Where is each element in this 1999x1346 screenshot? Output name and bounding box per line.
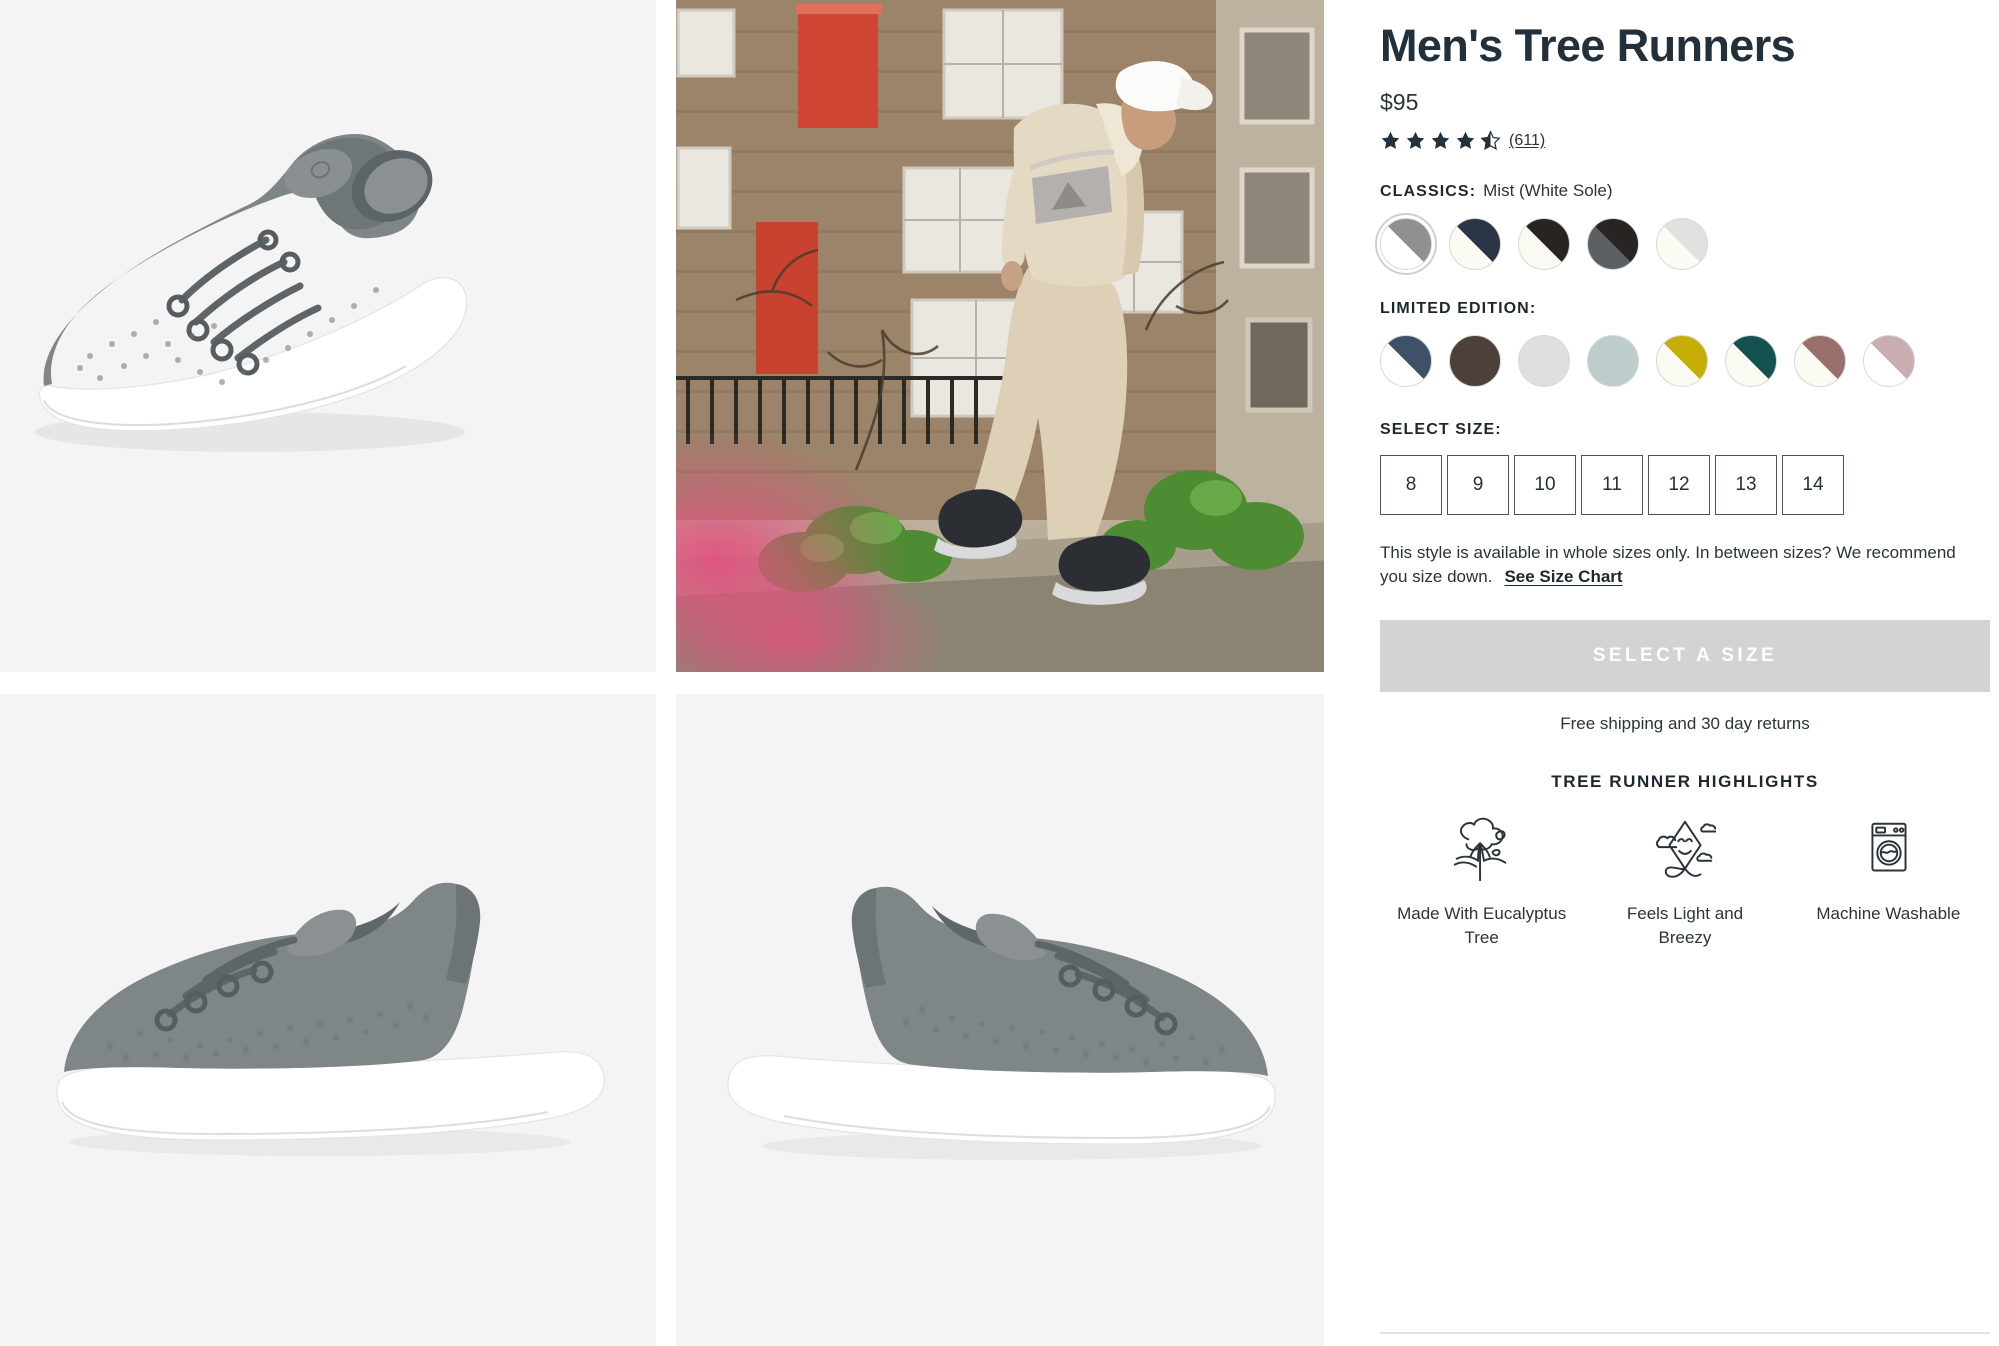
highlights-title: TREE RUNNER HIGHLIGHTS (1551, 772, 1819, 792)
product-image-three-quarter[interactable] (0, 0, 656, 672)
color-swatch-dark-brown[interactable] (1449, 335, 1501, 388)
product-info-panel: Men's Tree Runners $95 (611) CLASSICS: M… (1324, 0, 1999, 1346)
product-detail-page: Men's Tree Runners $95 (611) CLASSICS: M… (0, 0, 1999, 1346)
color-swatch-mustard-cream[interactable] (1656, 335, 1708, 388)
kite-icon (1655, 820, 1717, 878)
swatch-disc (1863, 335, 1915, 388)
select-size-label: SELECT SIZE: (1380, 421, 1502, 439)
swatch-disc (1518, 218, 1570, 271)
swatch-disc (1518, 335, 1570, 388)
color-swatch-navy-cream-sole[interactable] (1449, 218, 1501, 271)
color-swatch-navy-white[interactable] (1380, 335, 1432, 388)
lifestyle-photo-illustration (676, 0, 1332, 672)
star-filled-icon (1456, 132, 1475, 150)
highlight-label: Machine Washable (1816, 904, 1961, 924)
size-option-12[interactable]: 12 (1648, 455, 1710, 516)
color-swatch-sage-blue[interactable] (1587, 335, 1639, 388)
classics-header: CLASSICS: Mist (White Sole) (1380, 181, 1985, 201)
limited-edition-label: LIMITED EDITION: (1380, 300, 1537, 318)
size-option-10[interactable]: 10 (1514, 455, 1576, 516)
swatch-disc (1794, 335, 1846, 388)
color-swatch-light-grey[interactable] (1518, 335, 1570, 388)
star-half-icon (1480, 130, 1501, 151)
swatch-disc (1449, 335, 1501, 388)
size-option-9[interactable]: 9 (1447, 455, 1509, 516)
highlight-label: Feels Light and Breezy (1626, 904, 1744, 947)
tree-icon (1453, 817, 1506, 882)
highlight-label: Made With Eucalyptus Tree (1397, 904, 1567, 947)
classics-selected-value: Mist (White Sole) (1483, 181, 1613, 201)
highlight-item: Feels Light and Breezy (1583, 814, 1786, 950)
product-image-side-left[interactable] (0, 694, 656, 1346)
section-divider (1380, 1332, 1990, 1334)
swatch-disc (1380, 218, 1432, 271)
size-option-8[interactable]: 8 (1380, 455, 1442, 516)
page-title: Men's Tree Runners (1380, 20, 1796, 71)
size-note: This style is available in whole sizes o… (1380, 541, 1980, 588)
swatch-disc (1656, 335, 1708, 388)
star-filled-icon (1406, 132, 1425, 150)
color-swatch-teal-cream[interactable] (1725, 335, 1777, 388)
swatch-disc (1449, 218, 1501, 271)
swatch-disc (1656, 218, 1708, 271)
size-selector: 8 9 10 11 12 13 14 (1380, 455, 1985, 516)
classics-label: CLASSICS: (1380, 183, 1477, 201)
shoe-side-right-illustration (676, 694, 1332, 1346)
swatch-disc (1380, 335, 1432, 388)
see-size-chart-link[interactable]: See Size Chart (1504, 567, 1622, 586)
star-filled-icon (1431, 132, 1450, 150)
size-option-14[interactable]: 14 (1782, 455, 1844, 516)
highlight-item: Machine Washable (1787, 814, 1990, 950)
color-swatch-light-grey-cream-sole[interactable] (1656, 218, 1708, 271)
color-swatch-mist-white-sole[interactable] (1375, 213, 1437, 276)
size-note-text: This style is available in whole sizes o… (1380, 543, 1956, 586)
select-a-size-button[interactable]: SELECT A SIZE (1380, 620, 1990, 693)
limited-edition-color-group: LIMITED EDITION: (1380, 300, 1985, 388)
rating-row: (611) (1380, 130, 1985, 151)
limited-edition-header: LIMITED EDITION: (1380, 300, 1985, 318)
shoe-side-left-illustration (0, 694, 656, 1346)
product-image-side-right[interactable] (676, 694, 1332, 1346)
color-swatch-pink-white[interactable] (1863, 335, 1915, 388)
star-filled-icon (1381, 132, 1400, 150)
star-rating (1380, 130, 1501, 151)
classics-color-group: CLASSICS: Mist (White Sole) (1375, 181, 1985, 276)
swatch-disc (1587, 335, 1639, 388)
lifestyle-image-model[interactable] (676, 0, 1332, 672)
highlights-list: Made With Eucalyptus Tree Feels Light an… (1380, 814, 1990, 950)
swatch-disc (1725, 335, 1777, 388)
swatch-disc (1587, 218, 1639, 271)
product-price: $95 (1380, 89, 1419, 116)
highlight-item: Made With Eucalyptus Tree (1380, 814, 1583, 950)
limited-edition-swatch-list (1380, 335, 1980, 388)
color-swatch-black-cream-sole[interactable] (1518, 218, 1570, 271)
color-swatch-black-grey-sole[interactable] (1587, 218, 1639, 271)
color-swatch-rose-cream[interactable] (1794, 335, 1846, 388)
review-count-link[interactable]: (611) (1509, 132, 1545, 150)
shipping-note: Free shipping and 30 day returns (1560, 714, 1810, 734)
size-option-13[interactable]: 13 (1715, 455, 1777, 516)
shoe-angled-illustration (0, 0, 656, 672)
washing-machine-icon (1871, 822, 1907, 872)
size-option-11[interactable]: 11 (1581, 455, 1643, 516)
classics-swatch-list (1375, 213, 1980, 276)
product-image-gallery (0, 0, 1332, 1346)
